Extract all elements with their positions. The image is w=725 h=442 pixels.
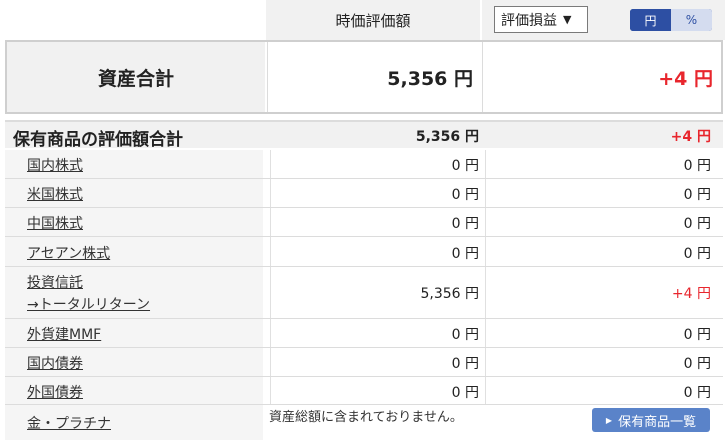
row-pl: 0 円	[683, 385, 711, 401]
header-blank	[0, 0, 264, 40]
pl-dropdown[interactable]: 評価損益 ▼	[494, 6, 588, 33]
play-triangle-icon: ▶	[605, 415, 613, 425]
chevron-down-icon: ▼	[563, 13, 572, 26]
row-value: 0 円	[451, 158, 479, 174]
total-assets-pl: +4 円	[482, 42, 721, 112]
row-value: 0 円	[451, 385, 479, 401]
holdings-total-label: 保有商品の評価額合計	[13, 130, 183, 150]
row-value: 0 円	[451, 187, 479, 203]
table-row: 国内債券 0 円 0 円	[5, 348, 723, 377]
row-link-foreign-mmf[interactable]: 外貨建MMF	[27, 324, 101, 344]
unit-toggle: 円 %	[630, 9, 712, 31]
table-row: 外国債券 0 円 0 円	[5, 377, 723, 405]
holdings-list-label: 保有商品一覧	[618, 414, 697, 430]
row-link-us-stocks[interactable]: 米国株式	[27, 184, 83, 204]
row-pl: 0 円	[683, 216, 711, 232]
row-pl: 0 円	[683, 187, 711, 203]
table-row: 国内株式 0 円 0 円	[5, 150, 723, 179]
holdings-total-row: 保有商品の評価額合計 5,356 円 +4 円	[5, 120, 723, 150]
table-row: 外貨建MMF 0 円 0 円	[5, 319, 723, 348]
row-value: 0 円	[451, 216, 479, 232]
pl-dropdown-label: 評価損益	[501, 12, 557, 29]
table-row: 中国株式 0 円 0 円	[5, 208, 723, 237]
row-link-foreign-bonds[interactable]: 外国債券	[27, 382, 83, 402]
row-value: 0 円	[451, 327, 479, 343]
total-assets-box: 資産合計 5,356 円 +4 円	[5, 40, 723, 114]
row-value: 0 円	[451, 246, 479, 262]
yen-toggle-button[interactable]: 円	[630, 9, 671, 31]
row-link-domestic-bonds[interactable]: 国内債券	[27, 353, 83, 373]
row-value: 5,356 円	[420, 286, 479, 302]
row-link-gold-platinum[interactable]: 金・プラチナ	[27, 413, 111, 433]
table-row: 米国株式 0 円 0 円	[5, 179, 723, 208]
row-link-total-return[interactable]: →トータルリターン	[27, 294, 150, 314]
row-pl: 0 円	[683, 327, 711, 343]
holdings-total-pl: +4 円	[670, 129, 711, 145]
holdings-total-value: 5,356 円	[415, 129, 479, 145]
row-link-china-stocks[interactable]: 中国株式	[27, 213, 83, 233]
pl-header: 評価損益 ▼ 円 %	[482, 0, 725, 40]
table-row: アセアン株式 0 円 0 円	[5, 237, 723, 267]
row-value: 0 円	[451, 356, 479, 372]
total-assets-value: 5,356 円	[267, 42, 481, 112]
market-value-header: 時価評価額	[266, 0, 480, 40]
row-link-investment-trust[interactable]: 投資信託	[27, 272, 83, 292]
percent-toggle-button[interactable]: %	[671, 9, 712, 31]
row-pl: 0 円	[683, 356, 711, 372]
market-value-label: 時価評価額	[335, 11, 411, 30]
row-pl: +4 円	[671, 286, 711, 302]
row-link-domestic-stocks[interactable]: 国内株式	[27, 155, 83, 175]
table-row: 投資信託 →トータルリターン 5,356 円 +4 円	[5, 267, 723, 319]
total-assets-label: 資産合計	[7, 42, 265, 112]
gold-note: 資産総額に含まれておりません。	[269, 410, 463, 425]
row-link-asean-stocks[interactable]: アセアン株式	[27, 243, 110, 263]
row-pl: 0 円	[683, 246, 711, 262]
holdings-list-button[interactable]: ▶ 保有商品一覧	[592, 408, 710, 432]
row-pl: 0 円	[683, 158, 711, 174]
